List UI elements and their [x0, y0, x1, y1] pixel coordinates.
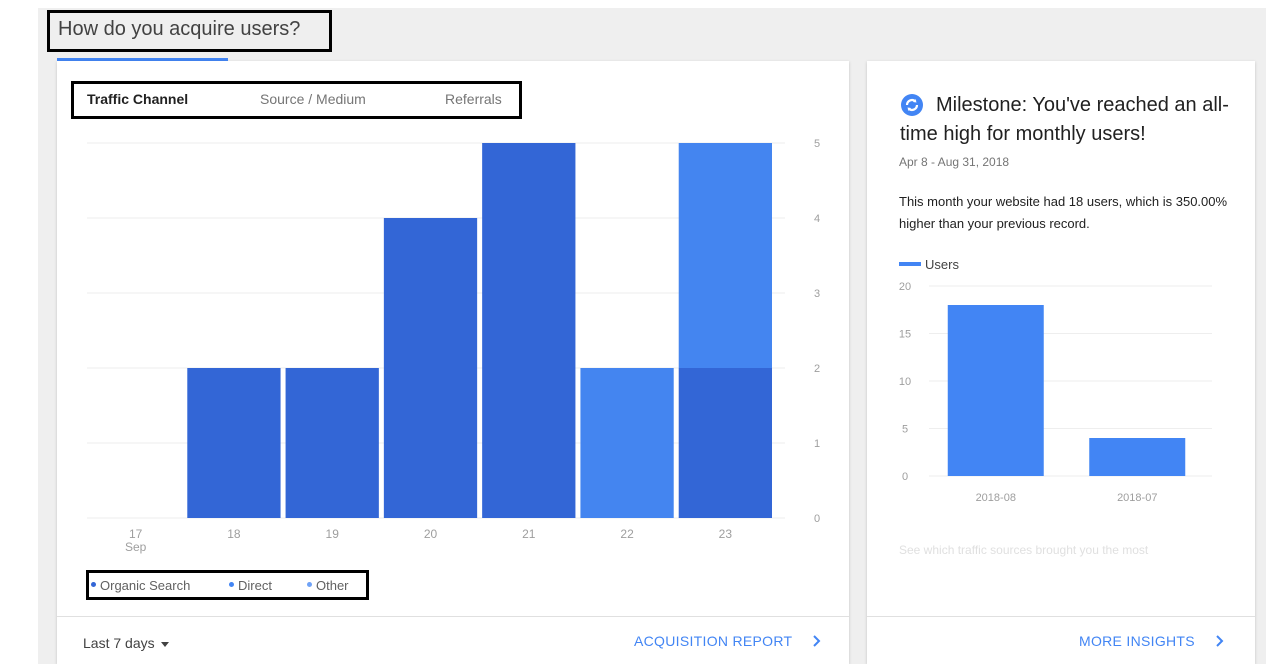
y-tick-label: 4 — [814, 213, 820, 225]
x-tick-label: 18 — [227, 527, 241, 541]
y-tick-label: 5 — [814, 138, 820, 150]
acquisition-report-link[interactable]: ACQUISITION REPORT — [634, 633, 824, 649]
date-range-label: Last 7 days — [83, 635, 155, 651]
legend-item-organic-search[interactable]: Organic Search — [91, 578, 190, 593]
bar-organic-search — [383, 218, 478, 518]
milestone-card: Milestone: You've reached an all-time hi… — [867, 61, 1255, 664]
x-tick-label: 23 — [719, 527, 733, 541]
milestone-date-range: Apr 8 - Aug 31, 2018 — [899, 155, 1010, 169]
legend-label: Other — [316, 578, 349, 593]
y-tick-label: 5 — [902, 424, 908, 436]
chevron-right-icon — [813, 635, 821, 648]
y-tick-label: 3 — [814, 288, 820, 300]
legend-dot-icon — [229, 582, 234, 588]
tab-traffic-channel[interactable]: Traffic Channel — [87, 91, 188, 107]
legend-dot-icon — [91, 582, 96, 588]
bar-direct — [678, 143, 772, 368]
legend-dot-icon — [307, 582, 312, 588]
legend-label: Direct — [238, 578, 272, 593]
monthly-users-chart: 0 5 10 15 20 2018-08 2018-07 — [899, 281, 1212, 504]
acquisition-report-label: ACQUISITION REPORT — [634, 633, 793, 649]
y-tick-label: 1 — [814, 438, 820, 450]
y-tick-label: 10 — [899, 376, 911, 388]
users-legend: Users — [899, 257, 959, 272]
traffic-channel-chart: 01234517Sep18 19 20 21 22 23 — [87, 138, 820, 554]
legend-item-other[interactable]: Other — [307, 578, 349, 593]
date-range-select[interactable]: Last 7 days — [83, 635, 169, 651]
y-tick-label: 2 — [814, 363, 820, 375]
x-tick-sublabel: Sep — [125, 540, 147, 554]
bar-users — [947, 305, 1044, 476]
milestone-title: Milestone: You've reached an all-time hi… — [900, 94, 1229, 145]
milestone-header: Milestone: You've reached an all-time hi… — [900, 91, 1230, 149]
bar-organic-search — [482, 143, 576, 518]
bar-direct — [580, 368, 674, 518]
x-tick-label: 22 — [620, 527, 634, 541]
legend-swatch — [899, 261, 921, 266]
x-tick-label: 2018-08 — [976, 492, 1016, 504]
milestone-body: This month your website had 18 users, wh… — [899, 194, 1228, 231]
legend-item-direct[interactable]: Direct — [229, 578, 272, 593]
tab-referrals[interactable]: Referrals — [445, 91, 502, 107]
x-tick-label: 20 — [424, 527, 438, 541]
y-tick-label: 15 — [899, 329, 911, 341]
bar-organic-search — [678, 368, 772, 518]
x-tick-label: 17 — [129, 527, 143, 541]
chart-legend: Organic Search Direct Other — [86, 570, 369, 600]
bar-organic-search — [285, 368, 379, 518]
card-footer: Last 7 days ACQUISITION REPORT — [57, 616, 849, 664]
acquisition-card: Traffic Channel Source / Medium Referral… — [57, 61, 849, 664]
more-insights-label: MORE INSIGHTS — [1079, 633, 1195, 649]
faded-insight-text: See which traffic sources brought you th… — [899, 543, 1149, 557]
section-title: How do you acquire users? — [47, 10, 332, 52]
chevron-right-icon — [1216, 635, 1224, 648]
x-tick-label: 21 — [522, 527, 536, 541]
y-tick-label: 0 — [902, 471, 908, 483]
tab-source-medium[interactable]: Source / Medium — [260, 91, 366, 107]
users-legend-label: Users — [925, 257, 959, 272]
channel-tabs: Traffic Channel Source / Medium Referral… — [71, 81, 522, 119]
y-tick-label: 0 — [814, 513, 820, 525]
bar-organic-search — [187, 368, 281, 518]
insights-icon — [901, 94, 923, 116]
bar-users — [1089, 438, 1186, 476]
y-tick-label: 20 — [899, 281, 911, 293]
more-insights-link[interactable]: MORE INSIGHTS — [1079, 633, 1227, 649]
caret-down-icon — [160, 641, 169, 647]
x-tick-label: 2018-07 — [1117, 492, 1157, 504]
legend-label: Organic Search — [100, 578, 191, 593]
x-tick-label: 19 — [326, 527, 340, 541]
side-card-footer: MORE INSIGHTS — [867, 616, 1255, 664]
